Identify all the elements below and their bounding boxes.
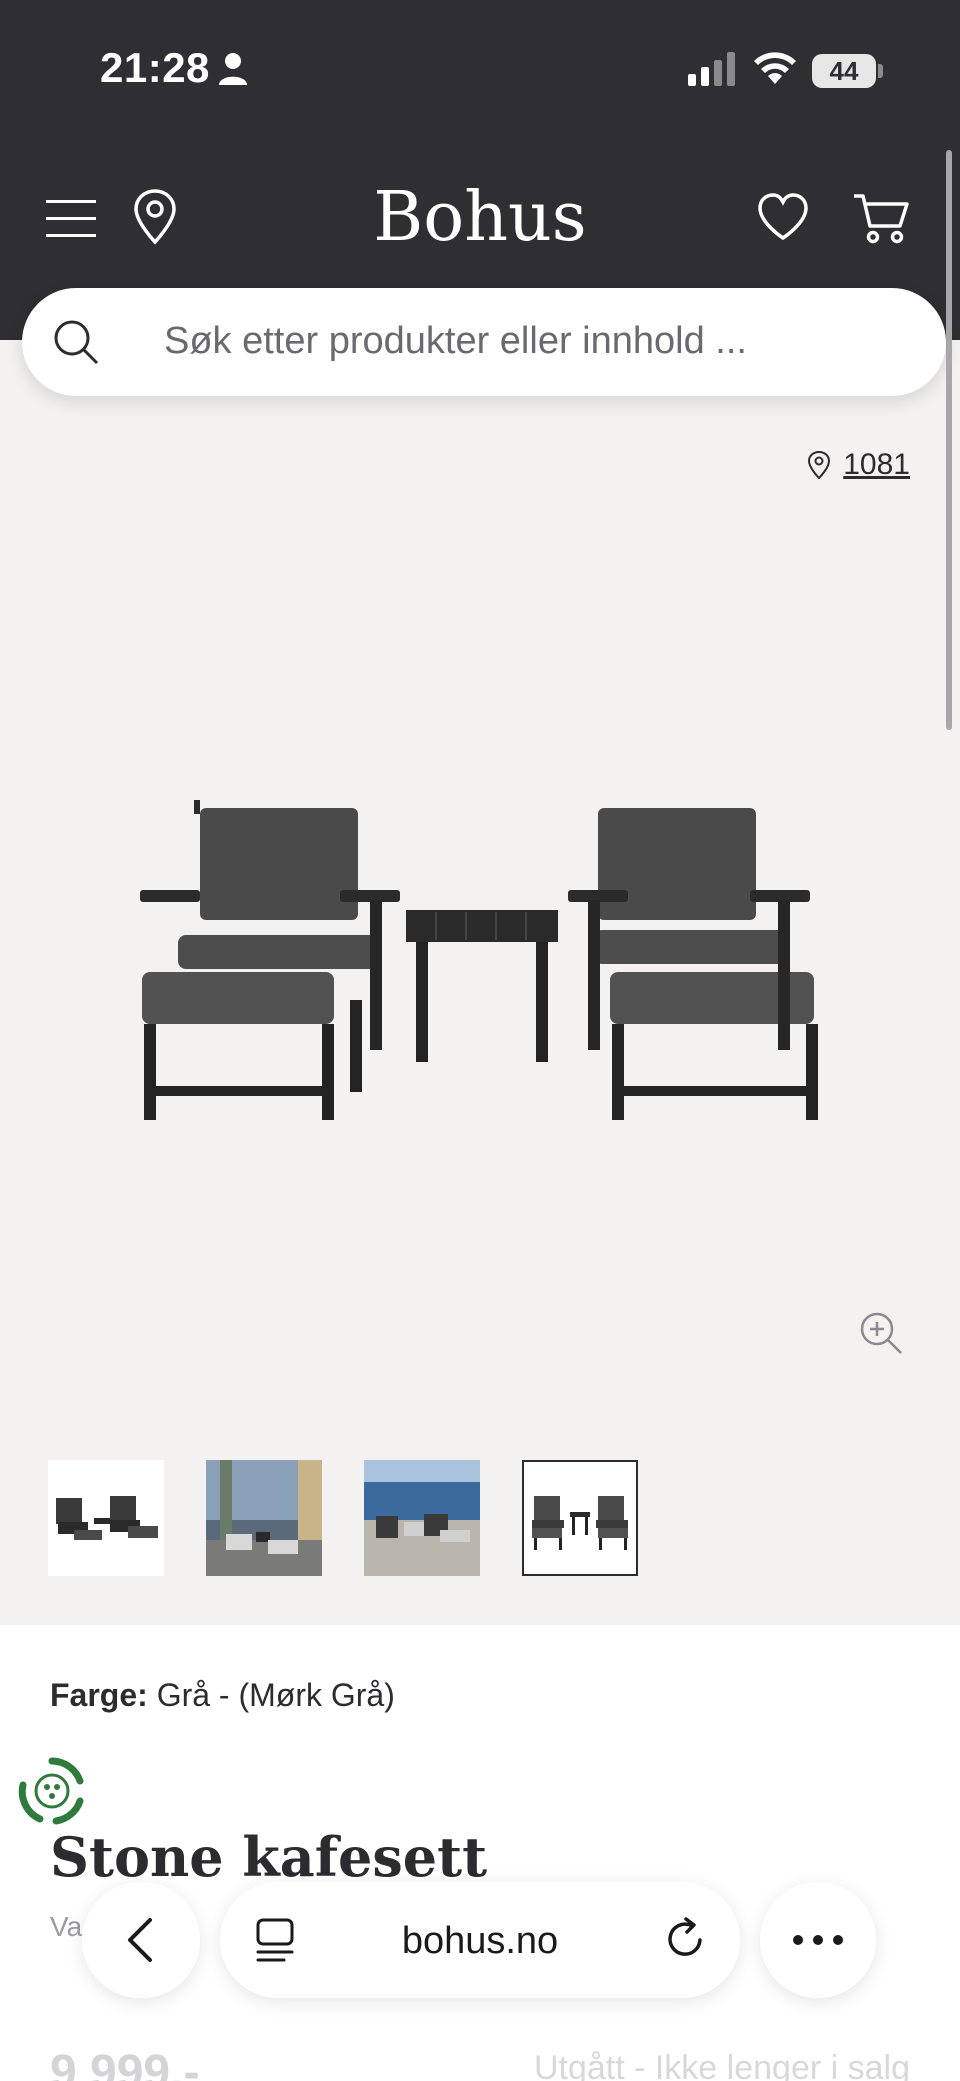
browser-back-button[interactable] — [82, 1882, 200, 1998]
favorites-button[interactable] — [756, 190, 810, 244]
browser-more-button[interactable] — [760, 1882, 876, 1998]
status-time: 21:28 — [100, 44, 210, 91]
thumbnail-studio-set[interactable] — [48, 1460, 164, 1576]
battery-level: 44 — [812, 54, 876, 88]
page-scrollbar[interactable] — [946, 150, 952, 730]
stock-status[interactable]: Utgått - Ikke lenger i salg — [534, 2049, 910, 2081]
color-value: Grå - (Mørk Grå) — [156, 1677, 395, 1713]
store-number: 1081 — [843, 448, 910, 481]
main-product-image[interactable] — [130, 800, 830, 1150]
zoom-button[interactable] — [858, 1310, 904, 1360]
cart-button[interactable] — [852, 190, 910, 246]
cafe-set-illustration — [140, 800, 818, 1120]
location-pin-icon — [808, 450, 831, 480]
recycle-leaf-icon — [18, 1757, 84, 1825]
reload-button[interactable] — [662, 1914, 710, 1968]
chevron-left-icon — [128, 1918, 152, 1962]
wifi-icon — [752, 50, 798, 90]
thumbnail-strip — [48, 1460, 638, 1576]
search-input[interactable]: Søk etter produkter eller innhold ... — [164, 320, 747, 363]
person-icon — [218, 52, 248, 90]
product-details: Farge: Grå - (Mørk Grå) Stone kafesett V… — [0, 1625, 960, 2081]
thumbnail-terrace-sea[interactable] — [364, 1460, 480, 1576]
heart-icon — [758, 193, 808, 241]
bohus-logo[interactable]: Bohus — [0, 178, 960, 257]
status-bar: 21:28 44 — [0, 0, 960, 140]
side-table — [406, 910, 558, 1062]
eco-badge[interactable] — [16, 1755, 88, 1831]
more-dots-icon — [793, 1935, 843, 1945]
product-price: 9 999,- — [50, 2046, 200, 2081]
right-chair — [568, 808, 818, 1120]
color-label: Farge: — [50, 1677, 148, 1713]
thumbnail-studio-front[interactable] — [522, 1460, 638, 1576]
shopping-cart-icon — [854, 194, 909, 244]
browser-address-bar[interactable]: bohus.no — [220, 1882, 740, 1998]
store-link[interactable]: 1081 — [807, 448, 910, 482]
zoom-in-icon — [860, 1312, 902, 1354]
color-selection: Farge: Grå - (Mørk Grå) — [50, 1677, 395, 1714]
search-icon — [52, 318, 100, 370]
product-gallery: 1081 — [0, 340, 960, 1625]
reload-icon — [668, 1917, 702, 1956]
cellular-signal-icon — [688, 52, 736, 90]
search-bar[interactable]: Søk etter produkter eller innhold ... — [22, 288, 946, 396]
battery-tip — [878, 64, 883, 78]
product-title: Stone kafesett — [50, 1825, 488, 1889]
left-chair — [140, 800, 400, 1120]
thumbnail-balcony[interactable] — [206, 1460, 322, 1576]
